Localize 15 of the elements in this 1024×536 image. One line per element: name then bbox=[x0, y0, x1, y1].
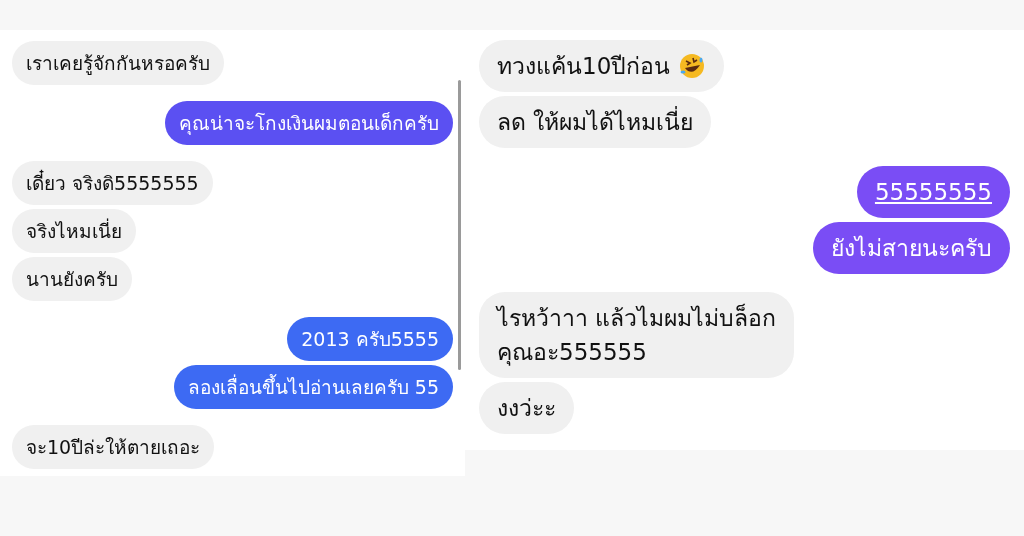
message-bubble: เดี๋ยว จริงดิ5555555 bbox=[12, 161, 213, 205]
message-bubble: เราเคยรู้จักกันหรอครับ bbox=[12, 41, 224, 85]
message-bubble: คุณน่าจะโกงเงินผมตอนเด็กครับ bbox=[165, 101, 453, 145]
message-bubble: ลองเลื่อนขึ้นไปอ่านเลยครับ 55 bbox=[173, 365, 453, 409]
message-bubble: ไรหว้าาา แล้วไมผมไม่บล็อก คุณอะ555555 bbox=[479, 292, 795, 378]
scrollbar[interactable] bbox=[458, 80, 461, 370]
message-bubble: จะ10ปีล่ะให้ตายเถอะ bbox=[12, 425, 215, 469]
message-bubble: 2013 ครับ5555 bbox=[287, 317, 453, 361]
message-bubble: ลด ให้ผมได้ไหมเนี่ย bbox=[479, 96, 712, 148]
message-bubble: ยังไม่สายนะครับ bbox=[813, 222, 1010, 274]
message-bubble: นานยังครับ bbox=[12, 257, 132, 301]
message-bubble: งงว่ะะ bbox=[479, 382, 574, 434]
message-bubble: 55555555 bbox=[856, 166, 1010, 218]
message-bubble: ทวงแค้น10ปีก่อน bbox=[479, 40, 725, 92]
message-bubble: จริงไหมเนี่ย bbox=[12, 209, 136, 253]
